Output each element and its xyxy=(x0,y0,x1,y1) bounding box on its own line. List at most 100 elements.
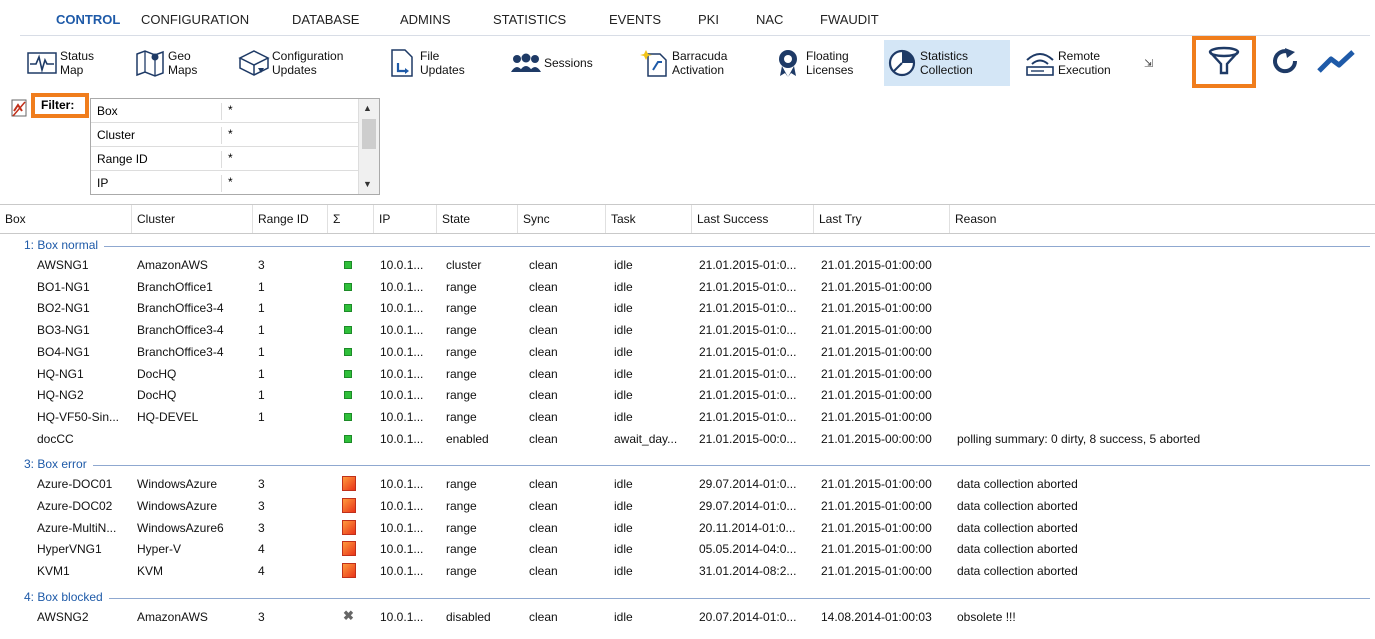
menu-admins[interactable]: ADMINS xyxy=(400,12,451,27)
table-row[interactable]: Azure-DOC01 WindowsAzure 3 10.0.1... range cl… xyxy=(0,473,1375,494)
cell-last-try: 21.01.2015-01:00:00 xyxy=(821,344,932,359)
filter-value-range-id[interactable]: * xyxy=(221,151,358,168)
table-row[interactable]: docCC 10.0.1... enabled clean await_day... 21… xyxy=(0,428,1375,449)
table-row[interactable]: HQ-NG1 DocHQ 1 10.0.1... range clean idle 21.01… xyxy=(0,363,1375,384)
cell-box: Azure-MultiN... xyxy=(37,520,117,535)
geo-maps-button[interactable]: Geo Maps xyxy=(132,40,222,86)
group-divider xyxy=(24,465,1370,467)
cell-state: enabled xyxy=(446,431,489,446)
scroll-up-icon[interactable]: ▲ xyxy=(363,103,372,113)
users-icon xyxy=(508,45,544,81)
table-row[interactable]: HQ-NG2 DocHQ 1 10.0.1... range clean idle 21.01… xyxy=(0,384,1375,405)
col-last-success[interactable]: Last Success xyxy=(692,205,814,233)
cell-cluster: BranchOffice1 xyxy=(137,279,213,294)
menu-statistics[interactable]: STATISTICS xyxy=(493,12,566,27)
group-header[interactable]: 3: Box error xyxy=(0,455,1375,473)
sessions-button[interactable]: Sessions xyxy=(508,40,612,86)
boxes-icon xyxy=(236,45,272,81)
col-ip[interactable]: IP xyxy=(374,205,437,233)
activation-icon xyxy=(636,45,672,81)
group-title: 4: Box blocked xyxy=(24,589,109,604)
expand-icon: ⇲ xyxy=(1144,57,1154,70)
toolbar-expand-button[interactable]: ⇲ xyxy=(1144,40,1164,86)
remote-execution-button[interactable]: Remote Execution xyxy=(1022,40,1132,86)
trend-button[interactable] xyxy=(1314,40,1360,86)
cell-sync: clean xyxy=(529,323,558,338)
filter-row-box[interactable]: Box * xyxy=(91,99,359,123)
cell-state: range xyxy=(446,279,477,294)
table-row[interactable]: BO2-NG1 BranchOffice3-4 1 10.0.1... range cle… xyxy=(0,297,1375,318)
map-icon xyxy=(132,45,168,81)
table-row[interactable]: HQ-VF50-Sin... HQ-DEVEL 1 10.0.1... range cle… xyxy=(0,406,1375,427)
menu-configuration[interactable]: CONFIGURATION xyxy=(141,12,249,27)
table-row[interactable]: BO3-NG1 BranchOffice3-4 1 10.0.1... range cle… xyxy=(0,319,1375,340)
col-range-id[interactable]: Range ID xyxy=(253,205,328,233)
cell-task: idle xyxy=(614,366,633,381)
status-ok-icon xyxy=(344,326,352,335)
col-task[interactable]: Task xyxy=(606,205,692,233)
floating-licenses-button[interactable]: Floating Licenses xyxy=(770,40,868,86)
table-row[interactable]: BO1-NG1 BranchOffice1 1 10.0.1... range clean… xyxy=(0,276,1375,297)
scroll-down-icon[interactable]: ▼ xyxy=(363,179,372,189)
cell-sync: clean xyxy=(529,301,558,316)
filter-row-range-id[interactable]: Range ID * xyxy=(91,147,359,171)
cell-cluster: HQ-DEVEL xyxy=(137,409,199,424)
col-reason[interactable]: Reason xyxy=(950,205,1375,233)
menu-pki[interactable]: PKI xyxy=(698,12,719,27)
file-updates-button[interactable]: File Updates xyxy=(384,40,484,86)
barracuda-activation-button[interactable]: Barracuda Activation xyxy=(636,40,746,86)
cell-state: range xyxy=(446,323,477,338)
refresh-button[interactable] xyxy=(1266,40,1306,86)
group-header[interactable]: 1: Box normal xyxy=(0,236,1375,254)
cell-state: cluster xyxy=(446,258,482,272)
table-row[interactable]: HyperVNG1 Hyper-V 4 10.0.1... range clean idle… xyxy=(0,538,1375,559)
cell-last-success: 05.05.2014-04:0... xyxy=(699,542,797,557)
filter-clear-icon[interactable] xyxy=(11,97,29,119)
menu-control[interactable]: CONTROL xyxy=(56,12,120,27)
filter-toggle-button[interactable] xyxy=(1192,36,1256,88)
status-map-button[interactable]: Status Map xyxy=(24,40,124,86)
cell-box: Azure-DOC02 xyxy=(37,499,113,513)
group-header[interactable]: 4: Box blocked xyxy=(0,588,1375,606)
cell-task: idle xyxy=(614,542,633,557)
cell-ip: 10.0.1... xyxy=(380,388,424,403)
filter-value-ip[interactable]: * xyxy=(221,175,358,192)
cell-task: idle xyxy=(614,323,633,338)
menu-database[interactable]: DATABASE xyxy=(292,12,359,27)
statistics-collection-button[interactable]: Statistics Collection xyxy=(884,40,1010,86)
col-state[interactable]: State xyxy=(437,205,518,233)
cell-last-try: 14.08.2014-01:00:03 xyxy=(821,609,932,624)
table-row[interactable]: Azure-MultiN... WindowsAzure6 3 10.0.1... ra… xyxy=(0,517,1375,538)
table-row[interactable]: AWSNG1 AmazonAWS 3 10.0.1... cluster clean idl… xyxy=(0,254,1375,275)
cell-reason: data collection aborted xyxy=(957,499,1078,513)
cell-sync: clean xyxy=(529,388,558,403)
cell-box: AWSNG2 xyxy=(37,609,89,624)
col-box[interactable]: Box xyxy=(0,205,132,233)
status-ok-icon xyxy=(344,434,352,443)
filter-row-ip[interactable]: IP * xyxy=(91,171,359,195)
configuration-updates-button[interactable]: Configuration Updates xyxy=(236,40,366,86)
cell-last-try: 21.01.2015-01:00:00 xyxy=(821,366,932,381)
table-row[interactable]: AWSNG2 AmazonAWS 3 10.0.1... disabled clean id… xyxy=(0,606,1375,627)
filter-scrollbar[interactable]: ▲ ▼ xyxy=(358,99,379,194)
table-row[interactable]: BO4-NG1 BranchOffice3-4 1 10.0.1... range cle… xyxy=(0,341,1375,362)
filter-row-cluster[interactable]: Cluster * xyxy=(91,123,359,147)
col-last-try[interactable]: Last Try xyxy=(814,205,950,233)
table-row[interactable]: KVM1 KVM 4 10.0.1... range clean idle 31.01.201… xyxy=(0,560,1375,581)
cell-task: idle xyxy=(614,258,633,272)
filter-value-box[interactable]: * xyxy=(221,103,358,120)
col-sum[interactable]: Σ xyxy=(328,205,374,233)
table-row[interactable]: Azure-DOC02 WindowsAzure 3 10.0.1... range cl… xyxy=(0,495,1375,516)
scroll-thumb[interactable] xyxy=(362,119,376,149)
table-header: Box Cluster Range ID Σ IP State Sync Tas… xyxy=(0,204,1375,234)
cell-task: idle xyxy=(614,301,633,316)
menu-fwaudit[interactable]: FWAUDIT xyxy=(820,12,879,27)
menu-events[interactable]: EVENTS xyxy=(609,12,661,27)
col-sync[interactable]: Sync xyxy=(518,205,606,233)
col-cluster[interactable]: Cluster xyxy=(132,205,253,233)
filter-value-cluster[interactable]: * xyxy=(221,127,358,144)
menu-nac[interactable]: NAC xyxy=(756,12,783,27)
status-ok-icon xyxy=(344,347,352,356)
cell-task: idle xyxy=(614,409,633,424)
cell-range-id: 3 xyxy=(258,499,265,513)
